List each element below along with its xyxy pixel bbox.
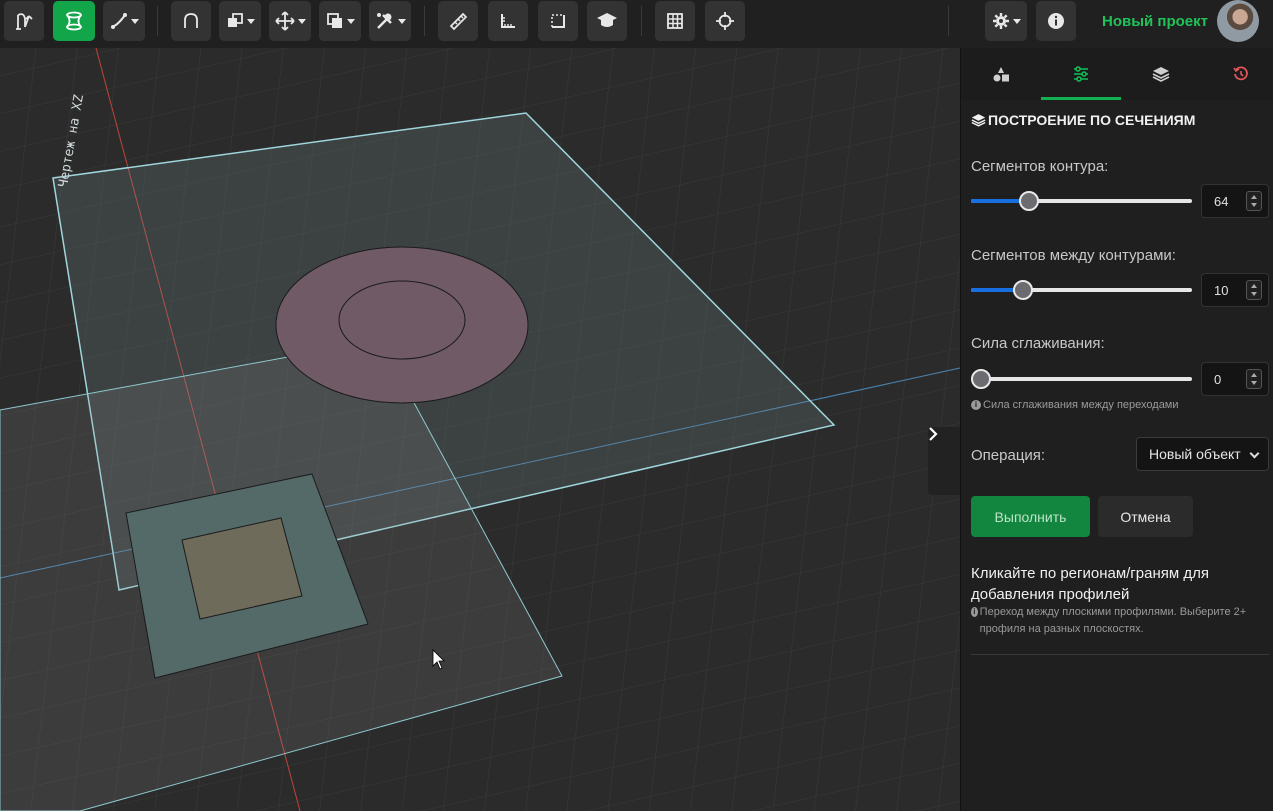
arch-icon — [184, 13, 198, 28]
between-segments-input[interactable]: 10 — [1201, 273, 1269, 307]
smoothing-hint: i Сила сглаживания между переходами — [971, 397, 1179, 414]
instruction-hint-text: Переход между плоскими профилями. Выбери… — [979, 606, 1247, 635]
collapse-panel-button[interactable] — [928, 427, 960, 495]
smoothing-input[interactable]: 0 — [1201, 362, 1269, 396]
chevron-down-icon — [397, 18, 406, 24]
instruction-title: Кликайте по регионам/граням для добавлен… — [971, 565, 1209, 603]
contour-segments-label: Сегментов контура: — [971, 158, 1109, 175]
move-icon — [274, 11, 295, 31]
measure-tool-button[interactable] — [438, 1, 478, 41]
smoothing-label: Сила сглаживания: — [971, 335, 1105, 352]
scene-canvas[interactable] — [0, 48, 960, 811]
info-button[interactable] — [1036, 1, 1076, 41]
layers-icon — [971, 114, 986, 127]
chevron-down-icon — [346, 18, 355, 24]
extrude-tool-button[interactable] — [219, 1, 261, 41]
boolean-tool-button[interactable] — [319, 1, 361, 41]
target-tool-button[interactable] — [705, 1, 745, 41]
section-title: ПОСТРОЕНИЕ ПО СЕЧЕНИЯМ — [971, 112, 1195, 128]
grid-icon — [667, 13, 683, 29]
panel-divider — [971, 654, 1269, 655]
graduation-cap-icon — [597, 13, 617, 27]
bounds-tool-button[interactable] — [538, 1, 578, 41]
chevron-down-icon — [130, 18, 139, 24]
info-icon: i — [971, 400, 981, 410]
instruction-hint: i Переход между плоскими профилями. Выбе… — [971, 604, 1269, 638]
toolbar-divider — [424, 6, 425, 36]
between-segments-value: 10 — [1214, 283, 1229, 298]
avatar[interactable] — [1217, 0, 1259, 42]
slider-thumb[interactable] — [1013, 280, 1033, 300]
slider-thumb[interactable] — [1019, 191, 1039, 211]
move-tool-button[interactable] — [269, 1, 311, 41]
spinner-icon[interactable] — [1246, 191, 1262, 211]
tab-shapes[interactable] — [961, 48, 1041, 100]
loft-tool-button[interactable] — [53, 1, 95, 41]
history-icon — [1233, 66, 1248, 81]
boolean-icon — [326, 13, 342, 28]
operation-selected-value: Новый объект — [1149, 446, 1241, 462]
pen-curve-icon — [110, 13, 127, 29]
tab-history[interactable] — [1201, 48, 1273, 100]
ring-profile[interactable] — [275, 246, 529, 404]
chevron-down-icon — [297, 18, 306, 24]
curve-tool-button[interactable] — [103, 1, 145, 41]
toolbar-divider — [641, 6, 642, 36]
tab-layers[interactable] — [1121, 48, 1201, 100]
extrude-icon — [227, 13, 243, 27]
slider-track — [971, 377, 1192, 381]
info-icon — [1048, 13, 1064, 29]
chevron-down-icon — [1249, 448, 1260, 459]
section-title-text: ПОСТРОЕНИЕ ПО СЕЧЕНИЯМ — [988, 112, 1196, 128]
angle-tool-button[interactable] — [488, 1, 528, 41]
chevron-down-icon — [1012, 18, 1021, 24]
angle-ruler-icon — [501, 14, 515, 28]
smoothing-hint-text: Сила сглаживания между переходами — [983, 399, 1179, 411]
execute-button[interactable]: Выполнить — [971, 496, 1090, 537]
chevron-down-icon — [246, 18, 255, 24]
smoothing-value: 0 — [1214, 372, 1222, 387]
top-toolbar: Новый проект — [0, 0, 1273, 48]
grid-toggle-button[interactable] — [655, 1, 695, 41]
loft-icon — [66, 11, 82, 31]
layers-icon — [1152, 67, 1170, 82]
contour-segments-input[interactable]: 64 — [1201, 184, 1269, 218]
toolbar-divider — [948, 6, 949, 36]
tab-parameters[interactable] — [1041, 48, 1121, 100]
shapes-icon — [993, 67, 1009, 82]
smoothing-slider[interactable] — [971, 369, 1192, 389]
chevron-right-icon — [929, 427, 938, 441]
cancel-button[interactable]: Отмена — [1098, 496, 1193, 537]
between-segments-slider[interactable] — [971, 280, 1192, 300]
sketch-icon — [16, 13, 33, 30]
properties-panel: ПОСТРОЕНИЕ ПО СЕЧЕНИЯМ Сегментов контура… — [960, 48, 1273, 811]
tools-menu-button[interactable] — [369, 1, 411, 41]
3d-viewport[interactable]: Чертеж на XZ — [0, 48, 960, 811]
spinner-icon[interactable] — [1246, 369, 1262, 389]
info-icon: i — [971, 607, 978, 617]
panel-tabs — [961, 48, 1273, 100]
arch-tool-button[interactable] — [171, 1, 211, 41]
ruler-icon — [449, 12, 468, 31]
operation-label: Операция: — [971, 447, 1046, 464]
between-segments-label: Сегментов между контурами: — [971, 247, 1176, 264]
slider-thumb[interactable] — [971, 369, 991, 389]
bounding-box-icon — [551, 14, 565, 28]
settings-button[interactable] — [985, 1, 1027, 41]
toolbar-divider — [157, 6, 158, 36]
sketch-tool-button[interactable] — [4, 1, 44, 41]
gear-icon — [992, 13, 1009, 29]
operation-select[interactable]: Новый объект — [1136, 437, 1269, 471]
contour-segments-value: 64 — [1214, 194, 1229, 209]
wrench-screwdriver-icon — [376, 13, 392, 29]
spinner-icon[interactable] — [1246, 280, 1262, 300]
crosshair-icon — [716, 12, 734, 30]
tutorial-button[interactable] — [587, 1, 627, 41]
project-name[interactable]: Новый проект — [1102, 13, 1208, 30]
sliders-icon — [1074, 66, 1088, 82]
contour-segments-slider[interactable] — [971, 191, 1192, 211]
